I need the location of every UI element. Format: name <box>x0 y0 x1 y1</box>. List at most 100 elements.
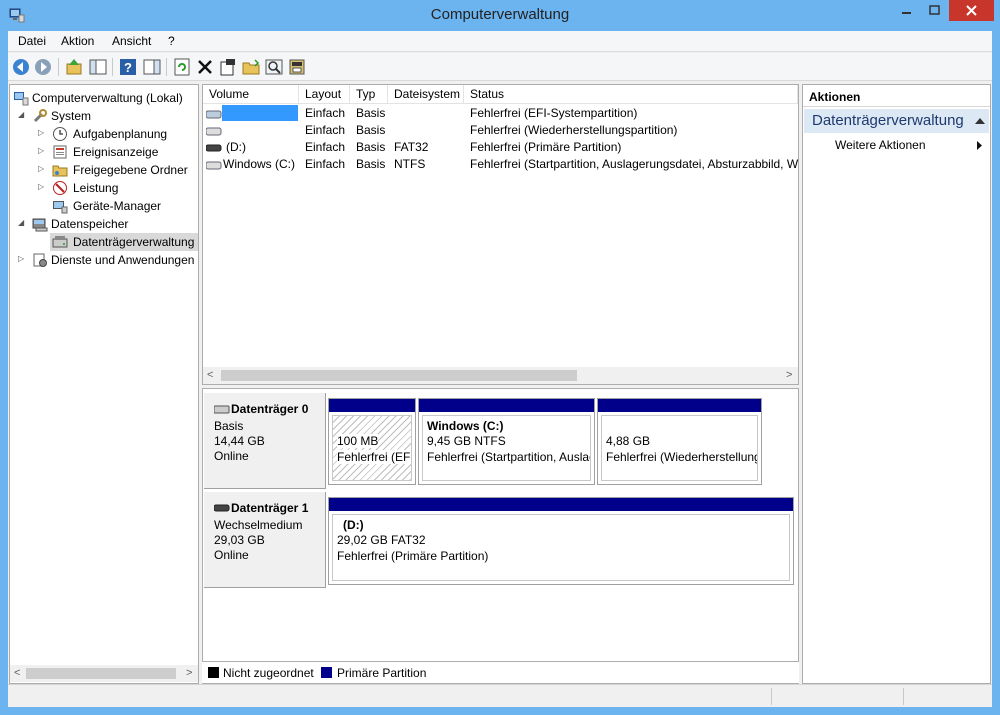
menu-datei[interactable]: Datei <box>18 34 46 48</box>
close-icon <box>966 5 977 16</box>
search-icon[interactable] <box>264 57 284 77</box>
tree-node-datentraegerverwaltung[interactable]: Datenträgerverwaltung <box>50 233 198 251</box>
partition-status: Fehlerfrei (EFI- <box>337 450 411 464</box>
action-weitere-aktionen[interactable]: Weitere Aktionen <box>835 138 926 152</box>
scroll-thumb[interactable] <box>26 668 176 679</box>
properties-pane-icon[interactable] <box>142 57 162 77</box>
minimize-button[interactable] <box>893 0 920 21</box>
volume-horizontal-scrollbar[interactable]: < > <box>203 367 798 384</box>
disk-type: Basis <box>214 419 244 433</box>
table-row[interactable]: Einfach Basis Fehlerfrei (EFI-Systempart… <box>203 105 798 122</box>
up-icon[interactable] <box>64 57 84 77</box>
services-icon <box>33 253 47 267</box>
collapsed-arrow-icon[interactable]: ▷ <box>38 146 46 155</box>
partition-content: 100 MB Fehlerfrei (EFI- <box>332 415 412 481</box>
column-header-dateisystem[interactable]: Dateisystem <box>388 85 464 104</box>
actions-section[interactable]: Datenträgerverwaltung <box>804 109 989 133</box>
minimize-icon <box>902 12 911 14</box>
volume-name-selected[interactable] <box>222 105 298 121</box>
collapsed-arrow-icon[interactable]: ▷ <box>38 182 46 191</box>
scroll-thumb[interactable] <box>221 370 577 381</box>
table-row[interactable]: Einfach Basis Fehlerfrei (Wiederherstell… <box>203 122 798 139</box>
column-header-label: Layout <box>305 87 342 101</box>
disk-0-info[interactable]: Datenträger 0 Basis 14,44 GB Online <box>204 393 326 489</box>
menu-ansicht[interactable]: Ansicht <box>112 34 151 48</box>
menu-bar: Datei Aktion Ansicht ? <box>8 31 992 52</box>
collapse-up-icon[interactable] <box>975 117 985 125</box>
partition-windows-c[interactable]: Windows (C:) 9,45 GB NTFS Fehlerfrei (St… <box>418 398 595 485</box>
clock-icon <box>53 127 67 141</box>
disk-size: 29,03 GB <box>214 533 265 547</box>
maximize-button[interactable] <box>921 0 948 21</box>
title-bar[interactable]: Computerverwaltung <box>0 0 1000 31</box>
legend-swatch-unallocated <box>208 667 219 678</box>
legend-unallocated: Nicht zugeordnet <box>223 666 314 680</box>
disk-state: Online <box>214 548 249 562</box>
actions-pane: Aktionen Datenträgerverwaltung Weitere A… <box>802 84 991 684</box>
window: Computerverwaltung Datei Aktion Ansicht … <box>0 0 1000 715</box>
collapsed-arrow-icon[interactable]: ▷ <box>38 164 46 173</box>
disk-icon <box>214 405 230 414</box>
volume-status: Fehlerfrei (Startpartition, Auslagerungs… <box>470 157 798 171</box>
delete-icon[interactable] <box>195 57 215 77</box>
help-icon[interactable]: ? <box>118 57 138 77</box>
collapsed-arrow-icon[interactable]: ▷ <box>38 128 46 137</box>
partition-bar <box>329 399 415 412</box>
volume-layout: Einfach <box>305 123 346 137</box>
properties-icon[interactable] <box>218 57 238 77</box>
toolbar-separator <box>58 58 59 76</box>
volume-name: (D:) <box>226 140 246 154</box>
volume-typ: Basis <box>356 106 386 120</box>
volume-list: Volume Layout Typ Dateisystem Status Ein… <box>202 84 799 385</box>
volume-status: Fehlerfrei (Primäre Partition) <box>470 140 622 154</box>
column-header-label: Volume <box>209 87 250 101</box>
client-area: Datei Aktion Ansicht ? ? Computerverwalt… <box>8 31 992 707</box>
open-folder-icon[interactable] <box>241 57 261 77</box>
column-header-label: Typ <box>356 87 376 101</box>
scroll-right-icon[interactable]: > <box>786 369 792 381</box>
forward-icon[interactable] <box>33 57 53 77</box>
tree-horizontal-scrollbar[interactable]: < > <box>10 665 198 682</box>
legend: Nicht zugeordnet Primäre Partition <box>202 661 799 683</box>
partition-content: Windows (C:) 9,45 GB NTFS Fehlerfrei (St… <box>422 415 591 481</box>
partition-status: Fehlerfrei (Wiederherstellung <box>606 450 758 464</box>
menu-aktion[interactable]: Aktion <box>61 34 94 48</box>
window-title: Computerverwaltung <box>430 6 570 23</box>
volume-typ: Basis <box>356 123 386 137</box>
disk-1-info[interactable]: Datenträger 1 Wechselmedium 29,03 GB Onl… <box>204 492 326 588</box>
collapsed-arrow-icon[interactable]: ▷ <box>18 254 26 263</box>
partition-content: 4,88 GB Fehlerfrei (Wiederherstellung <box>601 415 758 481</box>
disk-icon[interactable] <box>287 57 307 77</box>
scroll-left-icon[interactable]: < <box>207 369 213 381</box>
back-icon[interactable] <box>11 57 31 77</box>
partition-d[interactable]: (D:) 29,02 GB FAT32 Fehlerfrei (Primäre … <box>328 497 794 585</box>
partition-efi[interactable]: 100 MB Fehlerfrei (EFI- <box>328 398 416 485</box>
menu-help[interactable]: ? <box>168 34 175 48</box>
expanded-arrow-icon[interactable]: ◢ <box>18 110 26 119</box>
expanded-arrow-icon[interactable]: ◢ <box>18 218 26 227</box>
submenu-arrow-icon[interactable] <box>977 141 983 150</box>
table-row[interactable]: (D:) Einfach Basis FAT32 Fehlerfrei (Pri… <box>203 139 798 156</box>
status-bar <box>8 684 992 707</box>
scroll-right-icon[interactable]: > <box>186 667 192 679</box>
column-header-typ[interactable]: Typ <box>350 85 388 104</box>
status-divider <box>771 688 772 705</box>
volume-name: Windows (C:) <box>223 157 296 171</box>
refresh-icon[interactable] <box>172 57 192 77</box>
svg-text:?: ? <box>124 60 132 75</box>
volume-typ: Basis <box>356 140 386 154</box>
scroll-left-icon[interactable]: < <box>14 667 20 679</box>
table-row[interactable]: Windows (C:) Einfach Basis NTFS Fehlerfr… <box>203 156 798 173</box>
column-header-volume[interactable]: Volume <box>203 85 299 104</box>
column-header-layout[interactable]: Layout <box>299 85 350 104</box>
volume-fs: FAT32 <box>394 140 429 154</box>
show-hide-tree-icon[interactable] <box>88 57 108 77</box>
actions-header: Aktionen <box>803 85 990 107</box>
computer-management-icon <box>14 92 29 106</box>
event-viewer-icon <box>53 145 67 159</box>
tree-label: System <box>51 109 92 123</box>
tree-label: Aufgabenplanung <box>73 127 168 141</box>
partition-recovery[interactable]: 4,88 GB Fehlerfrei (Wiederherstellung <box>597 398 762 485</box>
close-button[interactable] <box>949 0 994 21</box>
column-header-status[interactable]: Status <box>464 85 798 104</box>
